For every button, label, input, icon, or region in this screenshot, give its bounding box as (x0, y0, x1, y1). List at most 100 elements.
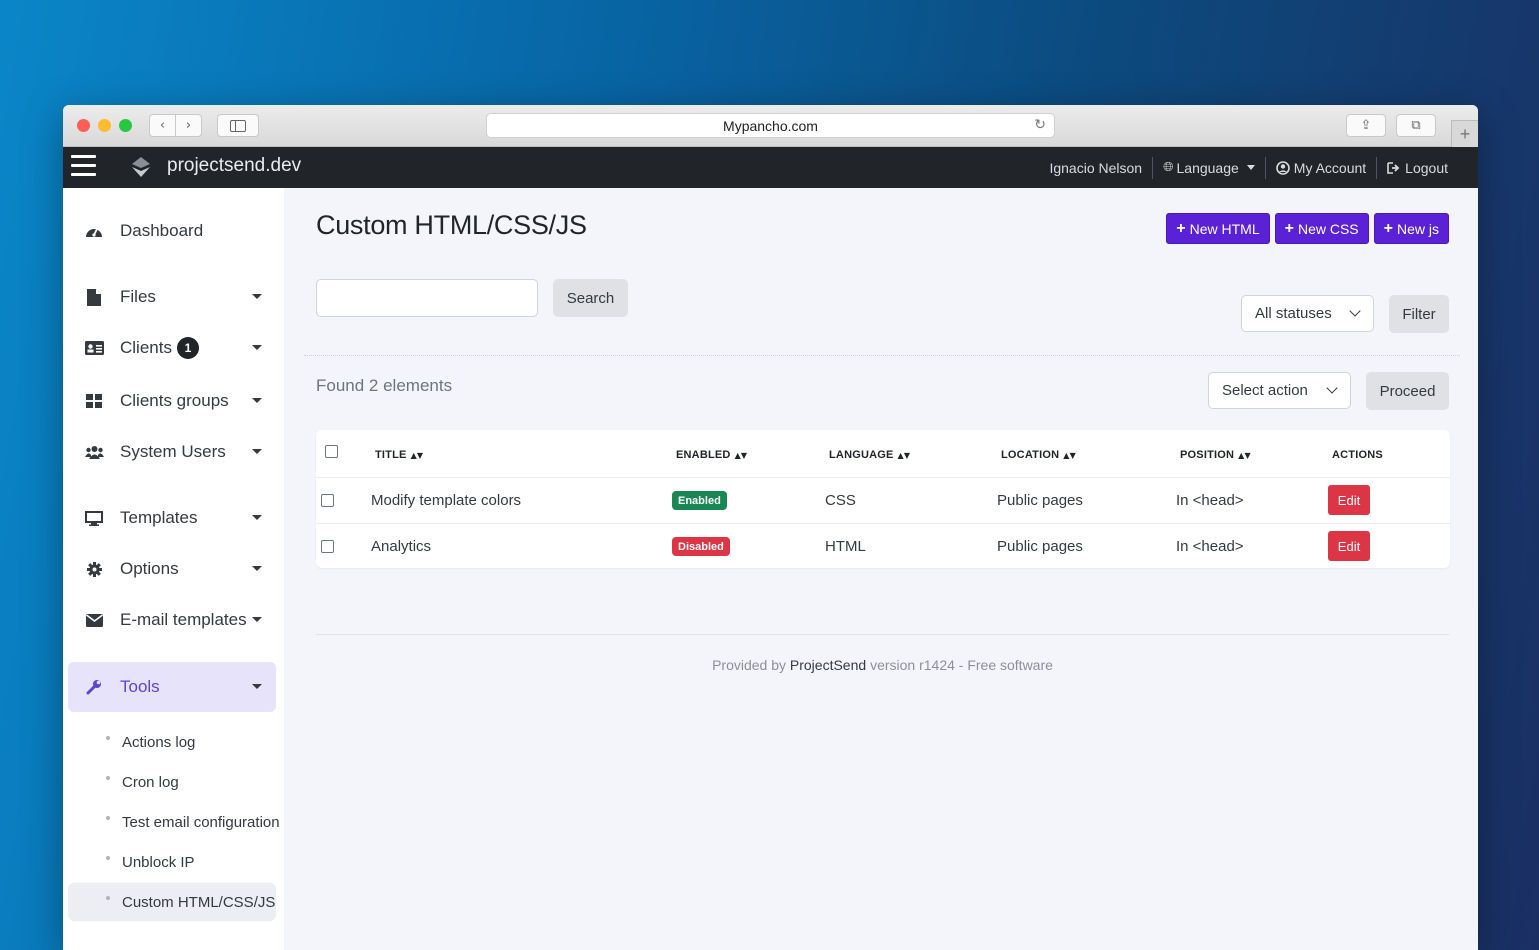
sort-icon: ▲▼ (897, 451, 911, 460)
share-icon[interactable]: ⇪ (1346, 114, 1386, 137)
proceed-button[interactable]: Proceed (1366, 372, 1449, 410)
gear-icon (68, 561, 120, 577)
bullet-icon (106, 896, 110, 900)
bulk-action-select[interactable]: Select action (1208, 372, 1351, 409)
caret-down-icon (252, 617, 262, 622)
sidebar-subitem-unblock-ip[interactable]: Unblock IP (68, 843, 276, 881)
new-js-button[interactable]: + New js (1373, 213, 1449, 244)
new-tab-button[interactable]: + (1451, 120, 1478, 147)
column-header-title[interactable]: TITLE ▲▼ (375, 449, 423, 461)
clients-count-badge: 1 (176, 337, 199, 359)
column-header-position[interactable]: POSITION ▲▼ (1180, 449, 1251, 461)
sidebar-subitem-actions-log[interactable]: Actions log (68, 723, 276, 761)
envelope-icon (68, 613, 120, 627)
footer: Provided by ProjectSend version r1424 - … (316, 657, 1449, 673)
logout-link[interactable]: Logout (1376, 156, 1458, 179)
row-divider (316, 523, 1450, 524)
column-header-location[interactable]: LOCATION ▲▼ (1001, 449, 1076, 461)
footer-prefix: Provided by (712, 657, 786, 673)
footer-brand-link[interactable]: ProjectSend (790, 657, 866, 673)
language-dropdown[interactable]: 🌐︎ Language (1152, 156, 1265, 179)
address-bar[interactable]: Mypancho.com ↻ (486, 113, 1055, 138)
sidebar-item-label: E-mail templates (120, 610, 247, 629)
status-filter-select[interactable]: All statuses (1241, 295, 1374, 332)
browser-window: ‹ › Mypancho.com ↻ ⇪ ⧉ + projectsend.dev… (63, 105, 1478, 950)
status-badge: Enabled (672, 491, 727, 510)
plus-icon: + (1284, 219, 1294, 237)
sort-icon: ▲▼ (1238, 451, 1251, 460)
sidebar-item-system-users[interactable]: System Users (68, 427, 276, 477)
sidebar-item-templates[interactable]: Templates (68, 493, 276, 543)
new-css-button[interactable]: + New CSS (1274, 213, 1369, 244)
my-account-link[interactable]: My Account (1264, 156, 1376, 179)
close-window-button[interactable] (77, 119, 90, 132)
sidebar-item-label: Clients (120, 338, 172, 357)
caret-down-icon (252, 449, 262, 454)
column-header-enabled[interactable]: ENABLED ▲▼ (676, 449, 747, 461)
new-html-button[interactable]: + New HTML (1166, 213, 1270, 244)
user-name: Ignacio Nelson (1049, 159, 1143, 176)
plus-icon: + (1383, 219, 1393, 237)
globe-icon: 🌐︎ (1163, 160, 1174, 175)
row-location: Public pages (997, 492, 1083, 509)
row-location: Public pages (997, 538, 1083, 555)
brand-name[interactable]: projectsend.dev (167, 155, 301, 177)
forward-icon[interactable]: › (175, 114, 202, 137)
sidebar-subitem-custom-html[interactable]: Custom HTML/CSS/JS (68, 883, 276, 921)
row-checkbox[interactable] (321, 494, 334, 507)
sidebar-subitem-label: Cron log (122, 773, 179, 791)
sidebar-item-dashboard[interactable]: Dashboard (68, 206, 276, 256)
sidebar-item-tools[interactable]: Tools (68, 662, 276, 712)
column-header-language[interactable]: LANGUAGE ▲▼ (829, 449, 910, 461)
sidebar-subitem-test-email[interactable]: Test email configuration (68, 803, 284, 841)
row-checkbox[interactable] (321, 540, 334, 553)
row-language: HTML (825, 538, 866, 555)
header-user-menu: Ignacio Nelson 🌐︎ Language My Account Lo… (1039, 147, 1458, 188)
column-header-label: LANGUAGE (829, 449, 894, 461)
menu-toggle-icon[interactable] (71, 155, 96, 177)
sidebar-item-files[interactable]: Files (68, 272, 276, 322)
logout-label: Logout (1405, 159, 1448, 176)
new-js-label: New js (1396, 220, 1439, 237)
bullet-icon (106, 776, 110, 780)
sidebar-subitem-label: Custom HTML/CSS/JS (122, 893, 276, 911)
sidebar-item-label: Templates (120, 508, 198, 527)
sidebar-item-clients-groups[interactable]: Clients groups (68, 376, 276, 426)
sort-icon: ▲▼ (734, 451, 748, 460)
tabs-overview-icon[interactable]: ⧉ (1396, 114, 1436, 137)
select-all-checkbox[interactable] (325, 445, 338, 458)
sidebar-item-label: Files (120, 287, 156, 306)
column-header-label: POSITION (1180, 449, 1235, 461)
search-button[interactable]: Search (553, 279, 628, 317)
sidebar-subitem-label: Actions log (122, 733, 196, 751)
reload-icon[interactable]: ↻ (1034, 117, 1046, 133)
zoom-window-button[interactable] (119, 119, 132, 132)
id-card-icon (68, 341, 120, 355)
grid-icon (68, 394, 120, 408)
sidebar-item-email-templates[interactable]: E-mail templates (68, 595, 276, 645)
sidebar-toggle-icon[interactable] (217, 114, 259, 137)
back-icon[interactable]: ‹ (149, 114, 176, 137)
language-label: Language (1176, 159, 1239, 176)
sort-icon: ▲▼ (1063, 451, 1076, 460)
sidebar-item-clients[interactable]: Clients 1 (68, 323, 276, 373)
column-header-label: LOCATION (1001, 449, 1060, 461)
minimize-window-button[interactable] (98, 119, 111, 132)
sidebar-item-label: Options (120, 559, 179, 578)
new-html-label: New HTML (1189, 220, 1260, 237)
search-input[interactable] (316, 279, 538, 317)
caret-down-icon (252, 398, 262, 403)
sidebar-subitem-cron-log[interactable]: Cron log (68, 763, 276, 801)
sidebar-item-options[interactable]: Options (68, 544, 276, 594)
sidebar-item-label: Clients groups (120, 391, 229, 410)
status-badge: Disabled (672, 537, 730, 556)
edit-button[interactable]: Edit (1328, 531, 1370, 561)
row-position: In <head> (1176, 492, 1244, 509)
bullet-icon (106, 736, 110, 740)
edit-button[interactable]: Edit (1328, 485, 1370, 515)
filter-button[interactable]: Filter (1389, 295, 1449, 333)
caret-down-icon (252, 294, 262, 299)
row-title: Modify template colors (371, 492, 522, 509)
chevron-down-icon (1349, 305, 1361, 317)
main-content: Custom HTML/CSS/JS + New HTML + New CSS … (284, 188, 1478, 950)
